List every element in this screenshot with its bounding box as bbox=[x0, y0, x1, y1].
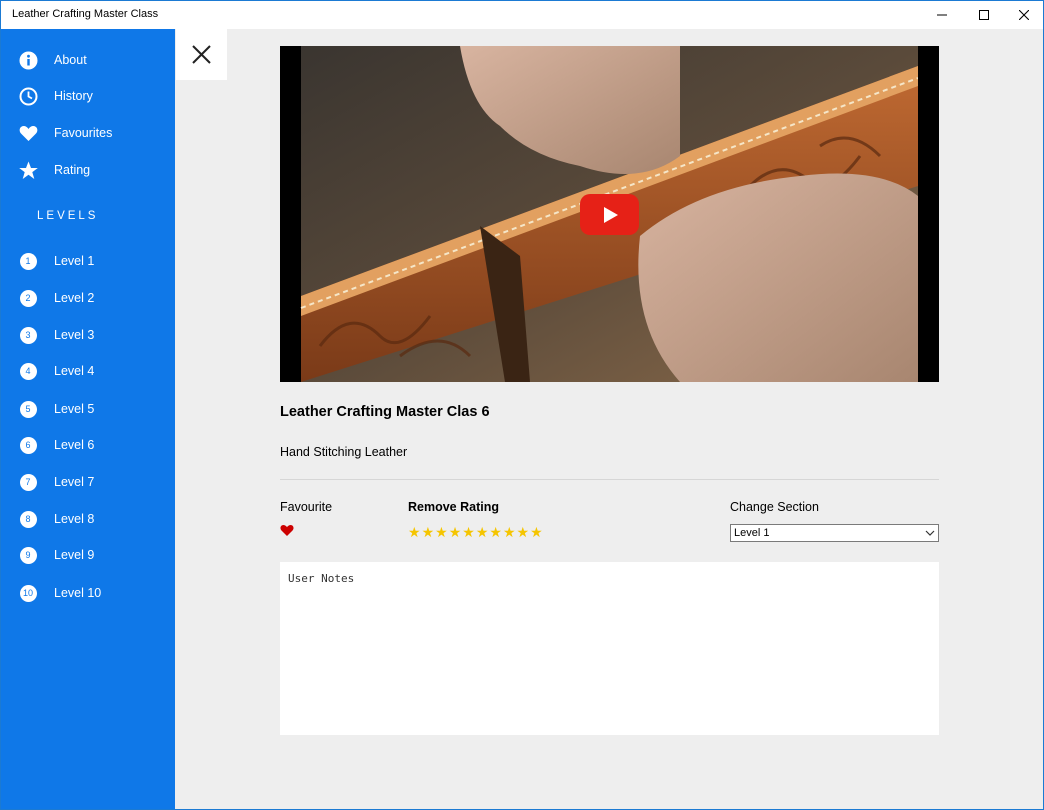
sidebar-item-label: Level 10 bbox=[54, 586, 102, 600]
sidebar-item-level-2[interactable]: 2 Level 2 bbox=[1, 282, 175, 314]
user-notes-input[interactable] bbox=[280, 562, 939, 735]
sidebar-item-label: Level 4 bbox=[54, 364, 95, 378]
sidebar-item-favourites[interactable]: Favourites bbox=[1, 117, 175, 149]
sidebar-item-label: Rating bbox=[54, 163, 91, 177]
maximize-icon bbox=[979, 10, 989, 20]
sidebar-item-level-4[interactable]: 4 Level 4 bbox=[1, 355, 175, 387]
close-panel-button[interactable] bbox=[176, 29, 227, 80]
sidebar-item-level-6[interactable]: 6 Level 6 bbox=[1, 429, 175, 461]
star-icon[interactable]: ★ bbox=[503, 524, 516, 540]
sidebar-item-label: Level 2 bbox=[54, 291, 95, 305]
level-number-badge: 6 bbox=[19, 436, 37, 454]
sidebar: About History Favourites Rating LEVELS 1… bbox=[1, 29, 175, 809]
sidebar-item-level-5[interactable]: 5 Level 5 bbox=[1, 393, 175, 425]
level-number-badge: 3 bbox=[19, 326, 37, 344]
level-number-badge: 10 bbox=[19, 584, 37, 602]
section-select-value: Level 1 bbox=[734, 527, 770, 539]
star-icon[interactable]: ★ bbox=[462, 524, 475, 540]
sidebar-item-label: Level 9 bbox=[54, 548, 95, 562]
play-icon bbox=[603, 206, 618, 223]
video-player[interactable] bbox=[280, 46, 939, 382]
sidebar-item-level-8[interactable]: 8 Level 8 bbox=[1, 503, 175, 535]
star-icon[interactable]: ★ bbox=[435, 524, 448, 540]
sidebar-item-about[interactable]: About bbox=[1, 44, 175, 76]
favourite-heart-icon[interactable] bbox=[280, 524, 294, 537]
clock-icon bbox=[18, 86, 38, 106]
sidebar-item-label: Level 6 bbox=[54, 438, 95, 452]
heart-icon bbox=[18, 123, 38, 143]
sidebar-item-label: Level 1 bbox=[54, 254, 95, 268]
rating-stars[interactable]: ★ ★ ★ ★ ★ ★ ★ ★ ★ ★ bbox=[408, 524, 543, 540]
chevron-down-icon bbox=[925, 530, 935, 536]
section-select[interactable]: Level 1 bbox=[730, 524, 939, 542]
sidebar-item-history[interactable]: History bbox=[1, 80, 175, 112]
info-icon bbox=[18, 50, 38, 70]
sidebar-item-label: Level 8 bbox=[54, 512, 95, 526]
close-icon bbox=[1019, 10, 1029, 20]
play-button[interactable] bbox=[580, 194, 639, 235]
level-number-badge: 8 bbox=[19, 510, 37, 528]
sidebar-item-rating[interactable]: Rating bbox=[1, 154, 175, 186]
sidebar-item-label: Level 5 bbox=[54, 402, 95, 416]
title-bar: Leather Crafting Master Class bbox=[1, 1, 1043, 29]
sidebar-item-level-3[interactable]: 3 Level 3 bbox=[1, 319, 175, 351]
sidebar-item-level-1[interactable]: 1 Level 1 bbox=[1, 245, 175, 277]
sidebar-item-label: Level 7 bbox=[54, 475, 95, 489]
level-number-badge: 5 bbox=[19, 400, 37, 418]
level-number-badge: 4 bbox=[19, 362, 37, 380]
divider bbox=[280, 479, 939, 480]
app-window: Leather Crafting Master Class About Hist… bbox=[0, 0, 1044, 810]
sidebar-item-label: About bbox=[54, 53, 87, 67]
sidebar-item-label: Level 3 bbox=[54, 328, 95, 342]
favourite-label: Favourite bbox=[280, 500, 333, 514]
star-icon[interactable]: ★ bbox=[449, 524, 462, 540]
star-icon[interactable]: ★ bbox=[517, 524, 530, 540]
star-icon[interactable]: ★ bbox=[489, 524, 502, 540]
level-number-badge: 2 bbox=[19, 289, 37, 307]
sidebar-item-level-9[interactable]: 9 Level 9 bbox=[1, 539, 175, 571]
star-icon[interactable]: ★ bbox=[408, 524, 421, 540]
remove-rating-button[interactable]: Remove Rating bbox=[408, 500, 499, 514]
video-title: Leather Crafting Master Clas 6 bbox=[280, 404, 490, 420]
level-number-badge: 7 bbox=[19, 473, 37, 491]
sidebar-item-label: Favourites bbox=[54, 126, 113, 140]
star-icon[interactable]: ★ bbox=[422, 524, 435, 540]
star-icon[interactable]: ★ bbox=[530, 524, 543, 540]
levels-heading: LEVELS bbox=[37, 210, 99, 222]
sidebar-item-label: History bbox=[54, 89, 93, 103]
close-window-button[interactable] bbox=[1001, 1, 1044, 29]
sidebar-item-level-10[interactable]: 10 Level 10 bbox=[1, 577, 175, 609]
minimize-button[interactable] bbox=[919, 1, 965, 29]
close-icon bbox=[192, 45, 211, 64]
minimize-icon bbox=[937, 14, 947, 16]
star-icon bbox=[18, 160, 38, 180]
star-icon[interactable]: ★ bbox=[476, 524, 489, 540]
sidebar-item-level-7[interactable]: 7 Level 7 bbox=[1, 466, 175, 498]
level-number-badge: 1 bbox=[19, 252, 37, 270]
level-number-badge: 9 bbox=[19, 546, 37, 564]
change-section-label: Change Section bbox=[730, 500, 819, 514]
video-subtitle: Hand Stitching Leather bbox=[280, 445, 408, 459]
window-title: Leather Crafting Master Class bbox=[12, 8, 159, 20]
